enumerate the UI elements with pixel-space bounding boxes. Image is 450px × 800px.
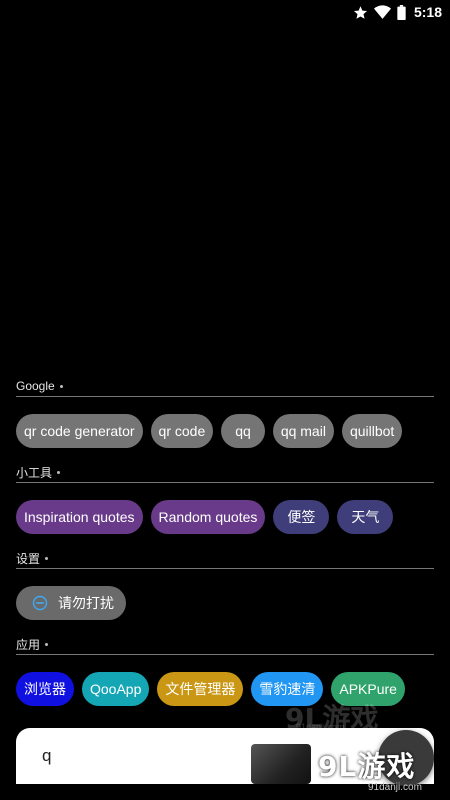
section-header: 设置 [16, 550, 434, 569]
battery-icon [397, 4, 406, 20]
star-icon [353, 5, 368, 20]
section-title: 小工具 [16, 465, 53, 480]
wifi-icon [373, 4, 391, 20]
chip-row: qr code generator qr code qq qq mail qui… [16, 414, 434, 448]
do-not-disturb-toggle[interactable]: 请勿打扰 [16, 586, 126, 620]
search-input[interactable] [40, 745, 244, 767]
section-header: 应用 [16, 636, 434, 655]
section-google: Google qr code generator qr code qq qq m… [16, 378, 434, 448]
app-chip-browser[interactable]: 浏览器 [16, 672, 74, 706]
tool-chip-inspiration-quotes[interactable]: Inspiration quotes [16, 500, 143, 534]
watermark-logo [251, 744, 311, 784]
section-dot [45, 556, 49, 560]
section-title: 设置 [16, 551, 41, 566]
suggestion-chip[interactable]: quillbot [341, 414, 403, 448]
suggestion-chip[interactable]: qq [221, 414, 265, 448]
do-not-disturb-icon [32, 595, 48, 611]
suggestion-chip[interactable]: qq mail [272, 414, 334, 448]
suggestion-chip[interactable]: qr code generator [16, 414, 143, 448]
section-header: Google [16, 378, 434, 397]
section-tools: 小工具 Inspiration quotes Random quotes 便签 … [16, 464, 434, 534]
suggestion-chip[interactable]: qr code [150, 414, 214, 448]
section-settings: 设置 请勿打扰 [16, 550, 434, 620]
watermark-text: 9L游戏 [318, 750, 416, 783]
app-chip-file-manager[interactable]: 文件管理器 [157, 672, 244, 706]
tool-chip-weather[interactable]: 天气 [337, 500, 394, 534]
section-apps: 应用 浏览器 QooApp 文件管理器 雪豹速清 APKPure [16, 636, 434, 706]
do-not-disturb-label: 请勿打扰 [58, 595, 114, 611]
status-time: 5:18 [413, 4, 442, 20]
tool-chip-notes[interactable]: 便签 [273, 500, 330, 534]
chip-row: 请勿打扰 [16, 586, 434, 620]
chip-row: Inspiration quotes Random quotes 便签 天气 [16, 500, 434, 534]
watermark-url: 91danji.com [368, 782, 422, 793]
section-dot [59, 384, 63, 388]
section-title: Google [16, 379, 55, 393]
section-dot [57, 470, 61, 474]
app-chip-qooapp[interactable]: QooApp [82, 672, 150, 706]
section-header: 小工具 [16, 464, 434, 483]
watermark-faint-url: 91danji.com [296, 722, 345, 732]
section-dot [45, 642, 49, 646]
section-title: 应用 [16, 637, 41, 652]
status-bar: 5:18 [0, 0, 450, 24]
tool-chip-random-quotes[interactable]: Random quotes [150, 500, 266, 534]
